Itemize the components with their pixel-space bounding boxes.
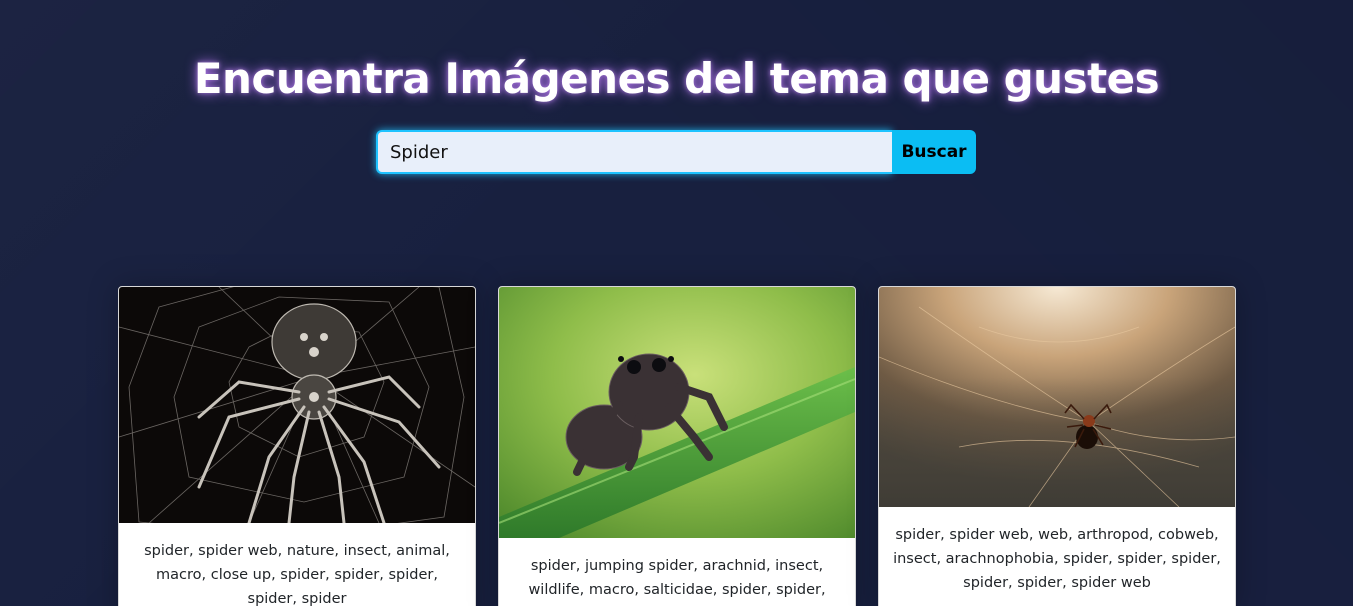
card-tags: spider, jumping spider, arachnid, insect… (528, 558, 826, 598)
jumping-spider-on-grass-photo (499, 287, 855, 538)
card-tags: spider, spider web, web, arthropod, cobw… (893, 527, 1221, 591)
search-button[interactable]: Buscar (892, 130, 976, 174)
search-input[interactable] (376, 130, 892, 174)
spider-on-web-photo (119, 287, 475, 523)
result-card[interactable]: spider, spider web, nature, insect, anim… (118, 286, 476, 606)
spider-in-cobweb-image[interactable] (879, 287, 1235, 507)
card-tags: spider, spider web, nature, insect, anim… (144, 543, 450, 606)
result-card[interactable]: spider, spider web, web, arthropod, cobw… (878, 286, 1236, 606)
spider-on-web-image[interactable] (119, 287, 475, 523)
spider-in-cobweb-photo (879, 287, 1235, 507)
jumping-spider-image[interactable] (499, 287, 855, 538)
page-title: Encuentra Imágenes del tema que gustes (193, 54, 1160, 103)
search-form: Buscar (376, 130, 976, 174)
result-card[interactable]: spider, jumping spider, arachnid, insect… (498, 286, 856, 606)
